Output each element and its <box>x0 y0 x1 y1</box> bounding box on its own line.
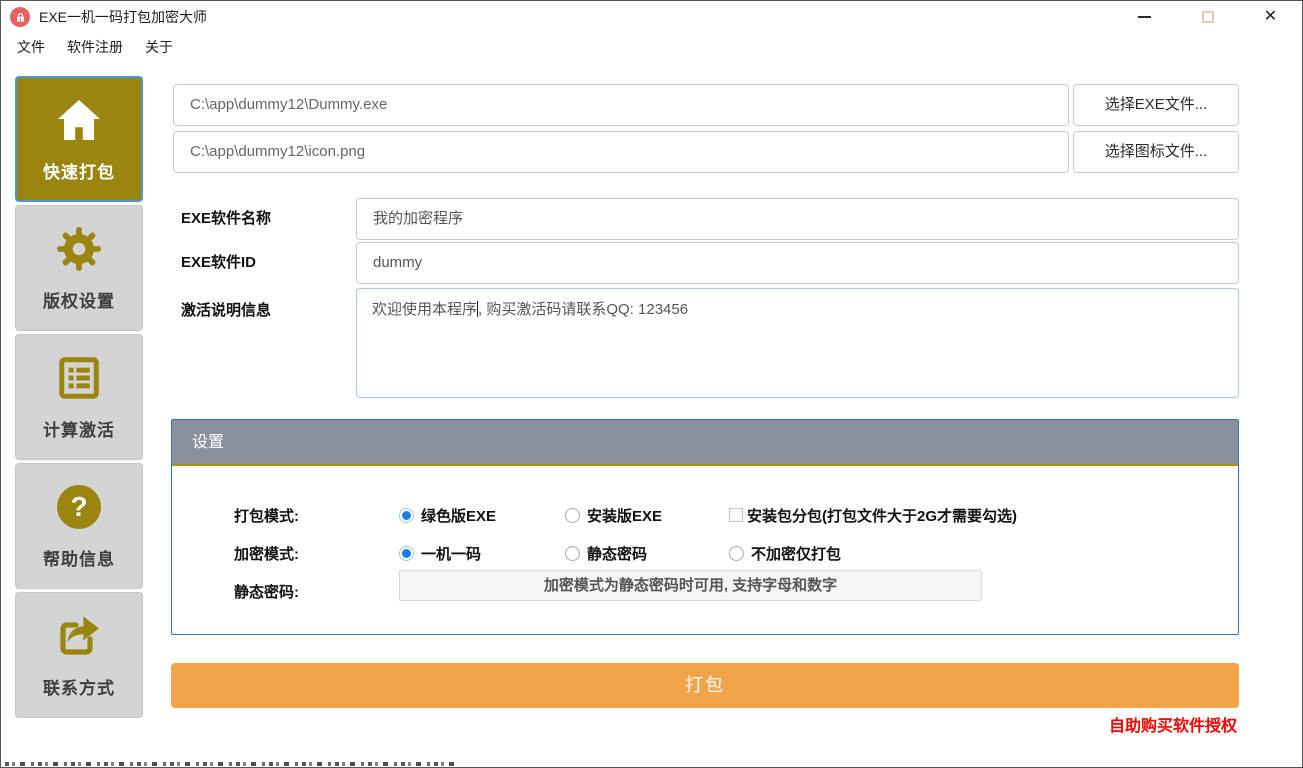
encrypt-mode-row: 加密模式: 一机一码 静态密码 不加密仅打包 <box>234 542 841 564</box>
choose-icon-button[interactable]: 选择图标文件... <box>1073 131 1239 173</box>
share-icon <box>55 611 103 661</box>
sidebar-item-label: 联系方式 <box>43 674 115 699</box>
window-title: EXE一机一码打包加密大师 <box>39 7 207 27</box>
pack-button[interactable]: 打包 <box>171 663 1239 708</box>
static-password-input: 加密模式为静态密码时可用, 支持字母和数字 <box>399 570 982 601</box>
static-password-row: 静态密码: <box>234 580 399 602</box>
pack-mode-label: 打包模式: <box>234 505 399 526</box>
exe-id-input[interactable]: dummy <box>356 242 1239 284</box>
icon-path-input[interactable]: C:\app\dummy12\icon.png <box>173 131 1069 173</box>
menu-bar: 文件 软件注册 关于 <box>1 33 184 61</box>
sidebar-item-copyright[interactable]: 版权设置 <box>15 205 143 331</box>
radio-one-machine-one-code[interactable]: 一机一码 <box>399 543 565 564</box>
list-icon <box>56 353 102 403</box>
minimize-button[interactable] <box>1113 1 1176 33</box>
minimize-icon <box>1138 16 1151 18</box>
settings-panel-title: 设置 <box>172 420 1238 466</box>
radio-unselected-icon <box>565 546 580 561</box>
home-icon <box>55 95 103 145</box>
sidebar-item-contact[interactable]: 联系方式 <box>15 592 143 718</box>
title-bar: EXE一机一码打包加密大师 ✕ <box>1 1 1302 33</box>
radio-static-password[interactable]: 静态密码 <box>565 543 729 564</box>
textarea-text: 欢迎使用本程序 <box>372 301 477 318</box>
radio-installer-exe[interactable]: 安装版EXE <box>565 505 729 526</box>
checkbox-icon <box>729 508 743 522</box>
app-window: EXE一机一码打包加密大师 ✕ 文件 软件注册 关于 快速打包 <box>0 0 1303 768</box>
buy-license-link[interactable]: 自助购买软件授权 <box>1109 712 1237 736</box>
sidebar-item-quick-pack[interactable]: 快速打包 <box>15 76 143 202</box>
clipped-marquee-text <box>5 762 460 766</box>
gear-icon <box>54 224 104 274</box>
activation-info-textarea[interactable]: 欢迎使用本程序, 购买激活码请联系QQ: 123456 <box>356 288 1239 398</box>
menu-item-about[interactable]: 关于 <box>134 34 184 60</box>
lock-icon <box>10 7 30 27</box>
pack-mode-row: 打包模式: 绿色版EXE 安装版EXE 安装包分包(打包文件大于2G才需要勾选) <box>234 504 1017 526</box>
close-icon: ✕ <box>1264 9 1277 25</box>
question-icon <box>57 482 101 532</box>
radio-unselected-icon <box>729 546 744 561</box>
exe-id-label: EXE软件ID <box>181 242 256 284</box>
menu-item-register[interactable]: 软件注册 <box>56 34 134 60</box>
sidebar-item-help[interactable]: 帮助信息 <box>15 463 143 589</box>
window-controls: ✕ <box>1113 1 1302 33</box>
sidebar-item-label: 计算激活 <box>43 416 115 441</box>
exe-name-input[interactable]: 我的加密程序 <box>356 198 1239 240</box>
sidebar-item-label: 帮助信息 <box>43 545 115 570</box>
maximize-icon <box>1202 11 1214 23</box>
activation-info-label: 激活说明信息 <box>181 290 271 332</box>
maximize-button[interactable] <box>1176 1 1239 33</box>
choose-exe-button[interactable]: 选择EXE文件... <box>1073 84 1239 126</box>
exe-path-input[interactable]: C:\app\dummy12\Dummy.exe <box>173 84 1069 126</box>
radio-unselected-icon <box>565 508 580 523</box>
static-password-label: 静态密码: <box>234 581 399 602</box>
settings-panel: 设置 打包模式: 绿色版EXE 安装版EXE 安装包分包(打包文件大于2G才需要… <box>171 419 1239 635</box>
textarea-text: , 购买激活码请联系QQ: 123456 <box>478 301 688 318</box>
checkbox-split-package[interactable]: 安装包分包(打包文件大于2G才需要勾选) <box>729 505 1017 526</box>
radio-no-encrypt[interactable]: 不加密仅打包 <box>729 543 841 564</box>
radio-selected-icon <box>399 508 414 523</box>
sidebar-item-calc-activation[interactable]: 计算激活 <box>15 334 143 460</box>
exe-name-label: EXE软件名称 <box>181 198 271 240</box>
sidebar-item-label: 快速打包 <box>43 158 115 183</box>
encrypt-mode-label: 加密模式: <box>234 543 399 564</box>
radio-selected-icon <box>399 546 414 561</box>
menu-item-file[interactable]: 文件 <box>6 34 56 60</box>
radio-green-exe[interactable]: 绿色版EXE <box>399 505 565 526</box>
close-button[interactable]: ✕ <box>1239 1 1302 33</box>
sidebar-item-label: 版权设置 <box>43 287 115 312</box>
